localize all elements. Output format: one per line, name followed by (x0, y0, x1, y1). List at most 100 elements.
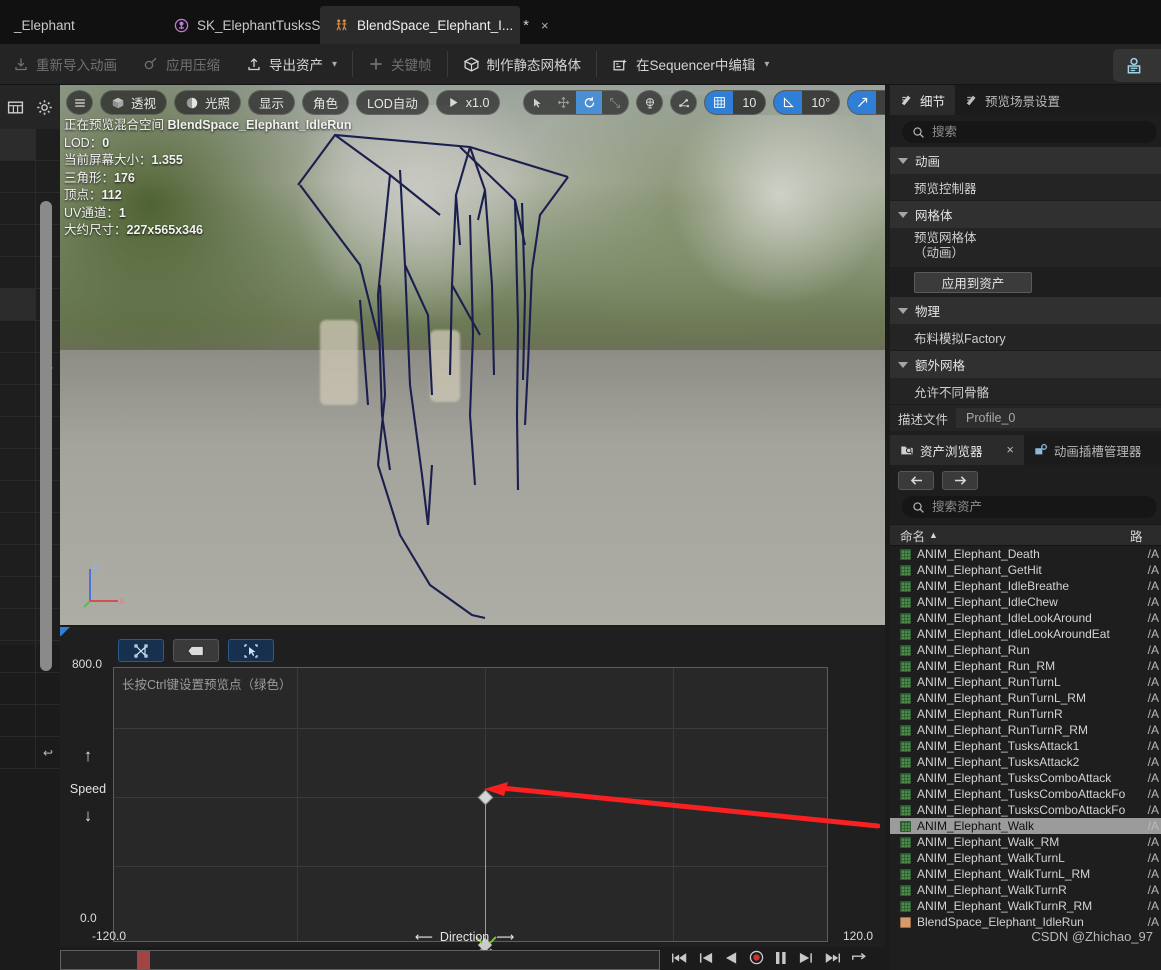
viewport-playrate-button[interactable]: x1.0 (435, 90, 501, 115)
asset-list-item[interactable]: BlendSpace_Elephant_IdleRun/A (890, 914, 1161, 930)
property-row-preview-controller[interactable]: 预览控制器 (890, 174, 1161, 201)
asset-list-item[interactable]: ANIM_Elephant_RunTurnL_RM/A (890, 690, 1161, 706)
asset-list-item[interactable]: ANIM_Elephant_IdleLookAround/A (890, 610, 1161, 626)
tab-elephant[interactable]: _Elephant (0, 6, 150, 44)
asset-search-box[interactable] (902, 496, 1157, 518)
loop-icon[interactable] (851, 951, 867, 965)
asset-list-item[interactable]: ANIM_Elephant_Run/A (890, 642, 1161, 658)
gear-icon[interactable] (36, 99, 53, 116)
asset-list-item[interactable]: ANIM_Elephant_Run_RM/A (890, 658, 1161, 674)
select-icon[interactable] (524, 91, 550, 114)
chevron-down-icon[interactable]: ▾ (764, 59, 769, 70)
asset-list-item[interactable]: ANIM_Elephant_RunTurnR_RM/A (890, 722, 1161, 738)
left-panel-row[interactable] (0, 417, 36, 449)
grid-snap-control[interactable]: 10 (704, 90, 767, 115)
asset-list-item[interactable]: ANIM_Elephant_WalkTurnL_RM/A (890, 866, 1161, 882)
left-panel-row[interactable] (0, 385, 36, 417)
angle-snap-control[interactable]: 10° (773, 90, 841, 115)
left-panel-row[interactable] (0, 577, 36, 609)
apply-to-asset-button[interactable]: 应用到资产 (914, 272, 1032, 293)
asset-list-item[interactable]: ANIM_Elephant_TusksComboAttack/A (890, 770, 1161, 786)
keyframe-button[interactable]: 关键帧 (355, 44, 445, 85)
timeline-playhead-marker[interactable] (137, 951, 150, 969)
left-panel-row[interactable] (0, 193, 36, 225)
toggle-triangulation-icon[interactable] (173, 639, 219, 662)
asset-list-item[interactable]: ANIM_Elephant_GetHit/A (890, 562, 1161, 578)
left-panel-row[interactable] (0, 513, 36, 545)
asset-list-item[interactable]: ANIM_Elephant_RunTurnL/A (890, 674, 1161, 690)
left-panel-row[interactable] (0, 289, 36, 321)
asset-list[interactable]: ANIM_Elephant_Death/A ANIM_Elephant_GetHi… (890, 546, 1161, 930)
tab-close-button[interactable]: × (541, 18, 549, 33)
pause-icon[interactable] (775, 951, 787, 965)
preview-point-icon[interactable] (228, 639, 274, 662)
property-row-preview-mesh[interactable]: 预览网格体 （动画） (890, 228, 1161, 268)
world-coord-icon[interactable] (636, 90, 664, 115)
tab-anim-slot-manager[interactable]: 动画插槽管理器 (1024, 435, 1152, 465)
left-panel-row[interactable] (0, 321, 36, 353)
scale-snap-control[interactable]: 0.25 (847, 90, 885, 115)
left-panel-row[interactable] (0, 545, 36, 577)
tab-close-button[interactable]: × (1007, 443, 1014, 457)
viewport-character-button[interactable]: 角色 (302, 90, 350, 115)
viewport-lod-button[interactable]: LOD自动 (356, 90, 429, 115)
property-row-allow-different-skeleton[interactable]: 允许不同骨骼 (890, 378, 1161, 405)
reimport-animation-button[interactable]: 重新导入动画 (0, 44, 130, 85)
section-header-mesh[interactable]: 网格体 (890, 201, 1161, 228)
tab-preview-scene-settings[interactable]: 预览场景设置 (955, 85, 1070, 115)
sample-point-upper[interactable] (477, 789, 494, 806)
asset-list-item[interactable]: ANIM_Elephant_WalkTurnR_RM/A (890, 898, 1161, 914)
profile-value[interactable]: Profile_0 (956, 408, 1161, 428)
export-asset-button[interactable]: 导出资产 ▾ (233, 44, 350, 85)
skip-to-start-icon[interactable] (672, 951, 688, 965)
left-panel-scrollbar[interactable] (40, 201, 52, 671)
asset-list-item[interactable]: ANIM_Elephant_WalkTurnL/A (890, 850, 1161, 866)
blendspace-grid-plot[interactable]: 长按Ctrl键设置预览点（绿色） (113, 667, 828, 956)
tab-blendspace-elephant[interactable]: BlendSpace_Elephant_I... * × (320, 6, 549, 44)
left-panel-row[interactable] (0, 257, 36, 289)
asset-list-item[interactable]: ANIM_Elephant_TusksComboAttackFo/A (890, 802, 1161, 818)
asset-list-item[interactable]: ANIM_Elephant_Walk/A (890, 818, 1161, 834)
reset-arrow-icon[interactable]: ↩ (36, 737, 60, 769)
column-header-path[interactable]: 路 (1130, 526, 1143, 545)
nav-forward-button[interactable] (942, 471, 978, 490)
chevron-down-icon[interactable]: ▾ (332, 59, 337, 70)
left-panel-row[interactable] (0, 225, 36, 257)
column-header-name[interactable]: 命名 ▲ (890, 526, 1130, 545)
left-panel-row[interactable] (0, 609, 36, 641)
asset-list-item[interactable]: ANIM_Elephant_IdleBreathe/A (890, 578, 1161, 594)
skip-to-end-icon[interactable] (824, 951, 840, 965)
left-panel-row[interactable] (0, 161, 36, 193)
asset-list-item[interactable]: ANIM_Elephant_Death/A (890, 546, 1161, 562)
asset-list-item[interactable]: ANIM_Elephant_TusksComboAttackFo/A (890, 786, 1161, 802)
toolbar-overflow-button[interactable] (1113, 49, 1161, 82)
viewport-lighting-button[interactable]: 光照 (174, 90, 242, 115)
section-header-additional-mesh[interactable]: 额外网格 (890, 351, 1161, 378)
tab-asset-browser[interactable]: 资产浏览器 × (890, 435, 1024, 465)
details-search-box[interactable] (902, 121, 1157, 143)
tab-details[interactable]: 细节 (890, 85, 956, 115)
property-row-profile[interactable]: 描述文件 Profile_0 (890, 405, 1161, 431)
asset-list-item[interactable]: ANIM_Elephant_IdleChew/A (890, 594, 1161, 610)
left-panel-row[interactable] (0, 705, 36, 737)
table-icon[interactable] (7, 99, 24, 116)
pivot-icon[interactable] (670, 90, 698, 115)
scale-snap-value[interactable]: 0.25 (876, 96, 885, 110)
animation-viewport[interactable]: 透视 光照 显示 角色 LOD自动 x1.0 10 10° 正在预览混合空间 B… (60, 85, 885, 625)
angle-snap-value[interactable]: 10° (802, 96, 839, 110)
make-static-mesh-button[interactable]: 制作静态网格体 (450, 44, 595, 85)
left-panel-row[interactable] (0, 481, 36, 513)
left-panel-row[interactable] (0, 449, 36, 481)
fit-to-window-icon[interactable] (118, 639, 164, 662)
asset-search-input[interactable] (932, 500, 1147, 514)
property-row-cloth-sim-factory[interactable]: 布料模拟Factory (890, 324, 1161, 351)
step-forward-icon[interactable] (798, 951, 813, 965)
viewport-show-button[interactable]: 显示 (248, 90, 296, 115)
move-icon[interactable] (550, 91, 576, 114)
left-panel-row[interactable] (0, 129, 36, 161)
scale-icon[interactable] (602, 91, 628, 114)
animation-timeline-scrubber[interactable] (60, 950, 660, 970)
left-panel-row[interactable] (0, 737, 36, 769)
details-search-input[interactable] (932, 125, 1147, 139)
section-header-animation[interactable]: 动画 (890, 147, 1161, 174)
